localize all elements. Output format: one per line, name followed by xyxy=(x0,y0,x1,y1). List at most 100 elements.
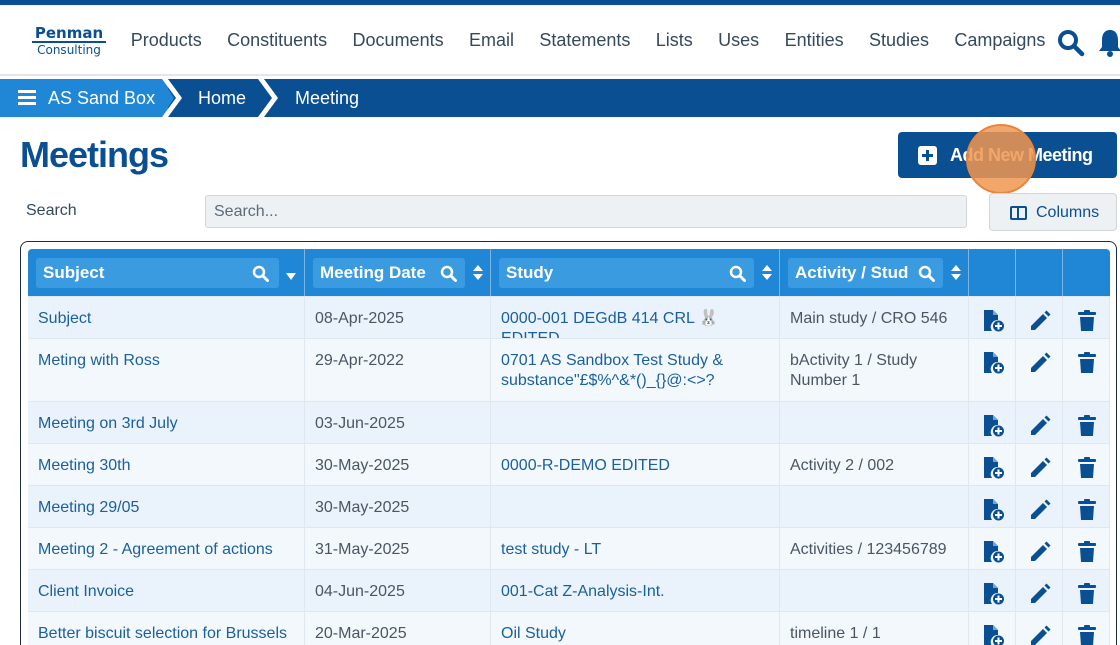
date-cell: 03-Jun-2025 xyxy=(305,402,491,443)
delete-trash-icon[interactable] xyxy=(1063,528,1110,569)
add-document-icon[interactable] xyxy=(969,570,1016,611)
columns-label: Columns xyxy=(1036,204,1100,221)
delete-trash-icon[interactable] xyxy=(1063,612,1110,645)
nav-entities[interactable]: Entities xyxy=(772,27,856,53)
nav-uses[interactable]: Uses xyxy=(705,27,771,53)
study-cell[interactable]: 0000-001 DEGdB 414 CRL 🐰 EDITED xyxy=(491,297,780,347)
table-row: Client Invoice 04-Jun-2025 001-Cat Z-Analy… xyxy=(28,569,1110,611)
date-cell: 29-Apr-2022 xyxy=(305,339,491,401)
activity-header-label: Activity / Stud xyxy=(795,263,909,282)
add-document-icon[interactable] xyxy=(969,528,1016,569)
subject-filter[interactable]: Subject xyxy=(36,258,279,288)
nav-email[interactable]: Email xyxy=(456,27,526,53)
study-filter[interactable]: Study xyxy=(499,258,754,288)
edit-pencil-icon[interactable] xyxy=(1016,444,1063,485)
subject-cell[interactable]: Meeting on 3rd July xyxy=(28,402,305,443)
edit-pencil-icon[interactable] xyxy=(1016,612,1063,645)
columns-button[interactable]: Columns xyxy=(989,193,1117,231)
sort-icon[interactable] xyxy=(950,265,962,281)
study-cell[interactable] xyxy=(491,486,780,527)
sort-desc-icon[interactable] xyxy=(285,269,297,285)
chevron-right-icon xyxy=(162,79,182,117)
activity-cell xyxy=(780,486,969,527)
add-document-icon[interactable] xyxy=(969,402,1016,443)
add-document-icon[interactable] xyxy=(969,612,1016,645)
plus-square-icon xyxy=(918,146,937,165)
search-icon[interactable] xyxy=(1057,29,1085,57)
delete-trash-icon[interactable] xyxy=(1063,570,1110,611)
subject-cell[interactable]: Meeting 2 - Agreement of actions xyxy=(28,528,305,569)
logo-line2: Consulting xyxy=(37,43,101,57)
search-icon[interactable] xyxy=(252,265,269,282)
columns-icon xyxy=(1010,206,1027,220)
activity-cell: Activity 2 / 002 xyxy=(780,444,969,485)
table-row: Meeting 29/05 30-May-2025 xyxy=(28,485,1110,527)
breadcrumb: AS Sand Box Home Meeting xyxy=(0,79,1120,117)
edit-pencil-icon[interactable] xyxy=(1016,528,1063,569)
breadcrumb-sandbox[interactable]: AS Sand Box xyxy=(0,79,168,117)
add-document-icon[interactable] xyxy=(969,486,1016,527)
table-row: Better biscuit selection for Brussels 20-… xyxy=(28,611,1110,645)
bell-icon[interactable] xyxy=(1098,27,1120,57)
add-document-icon[interactable] xyxy=(969,339,1016,401)
nav-documents[interactable]: Documents xyxy=(340,27,456,53)
add-document-icon[interactable] xyxy=(969,444,1016,485)
penman-logo[interactable]: Penman Consulting xyxy=(32,25,106,59)
page-title: Meetings xyxy=(20,134,169,175)
study-cell[interactable]: test study - LT xyxy=(491,528,780,569)
search-input[interactable] xyxy=(205,195,967,228)
subject-cell[interactable]: Meeting 30th xyxy=(28,444,305,485)
subject-cell[interactable]: Meeting 29/05 xyxy=(28,486,305,527)
column-header-edit xyxy=(1016,249,1063,296)
activity-filter[interactable]: Activity / Stud xyxy=(788,258,943,288)
meeting-date-header-label: Meeting Date xyxy=(320,263,426,282)
table-row: Meeting 2 - Agreement of actions 31-May-2… xyxy=(28,527,1110,569)
nav-studies[interactable]: Studies xyxy=(856,27,941,53)
column-header-subject: Subject xyxy=(28,249,305,296)
edit-pencil-icon[interactable] xyxy=(1016,486,1063,527)
study-cell[interactable]: 0701 AS Sandbox Test Study & substance"£… xyxy=(491,339,780,401)
edit-pencil-icon[interactable] xyxy=(1016,339,1063,401)
nav-campaigns[interactable]: Campaigns xyxy=(942,27,1058,53)
study-cell[interactable]: 001-Cat Z-Analysis-Int. xyxy=(491,570,780,611)
edit-pencil-icon[interactable] xyxy=(1016,297,1063,338)
subject-cell[interactable]: Subject xyxy=(28,297,305,338)
nav-statements[interactable]: Statements xyxy=(527,27,643,53)
meeting-date-filter[interactable]: Meeting Date xyxy=(313,258,465,288)
study-cell[interactable] xyxy=(491,402,780,443)
chevron-right-icon xyxy=(258,79,278,117)
breadcrumb-home[interactable]: Home xyxy=(198,79,246,117)
study-cell[interactable]: Oil Study xyxy=(491,612,780,645)
meetings-table: Subject Meeting Date Study Activity / St… xyxy=(20,241,1117,645)
add-document-icon[interactable] xyxy=(969,297,1016,338)
date-cell: 30-May-2025 xyxy=(305,486,491,527)
search-icon[interactable] xyxy=(440,265,457,282)
delete-trash-icon[interactable] xyxy=(1063,297,1110,338)
sort-icon[interactable] xyxy=(472,265,484,281)
delete-trash-icon[interactable] xyxy=(1063,339,1110,401)
table-header: Subject Meeting Date Study Activity / St… xyxy=(28,249,1110,296)
hamburger-icon[interactable] xyxy=(18,87,36,108)
subject-cell[interactable]: Client Invoice xyxy=(28,570,305,611)
activity-cell xyxy=(780,570,969,611)
nav-products[interactable]: Products xyxy=(118,27,214,53)
subject-header-label: Subject xyxy=(43,263,105,282)
search-icon[interactable] xyxy=(918,265,935,282)
nav-constituents[interactable]: Constituents xyxy=(214,27,339,53)
column-header-add xyxy=(969,249,1016,296)
column-header-study: Study xyxy=(491,249,780,296)
date-cell: 30-May-2025 xyxy=(305,444,491,485)
subject-cell[interactable]: Better biscuit selection for Brussels xyxy=(28,612,305,645)
edit-pencil-icon[interactable] xyxy=(1016,570,1063,611)
study-cell[interactable]: 0000-R-DEMO EDITED xyxy=(491,444,780,485)
delete-trash-icon[interactable] xyxy=(1063,402,1110,443)
edit-pencil-icon[interactable] xyxy=(1016,402,1063,443)
nav-lists[interactable]: Lists xyxy=(643,27,705,53)
sort-icon[interactable] xyxy=(761,265,773,281)
delete-trash-icon[interactable] xyxy=(1063,486,1110,527)
study-header-label: Study xyxy=(506,263,554,282)
search-icon[interactable] xyxy=(729,265,746,282)
subject-cell[interactable]: Meting with Ross xyxy=(28,339,305,401)
delete-trash-icon[interactable] xyxy=(1063,444,1110,485)
breadcrumb-sandbox-label: AS Sand Box xyxy=(48,88,156,108)
